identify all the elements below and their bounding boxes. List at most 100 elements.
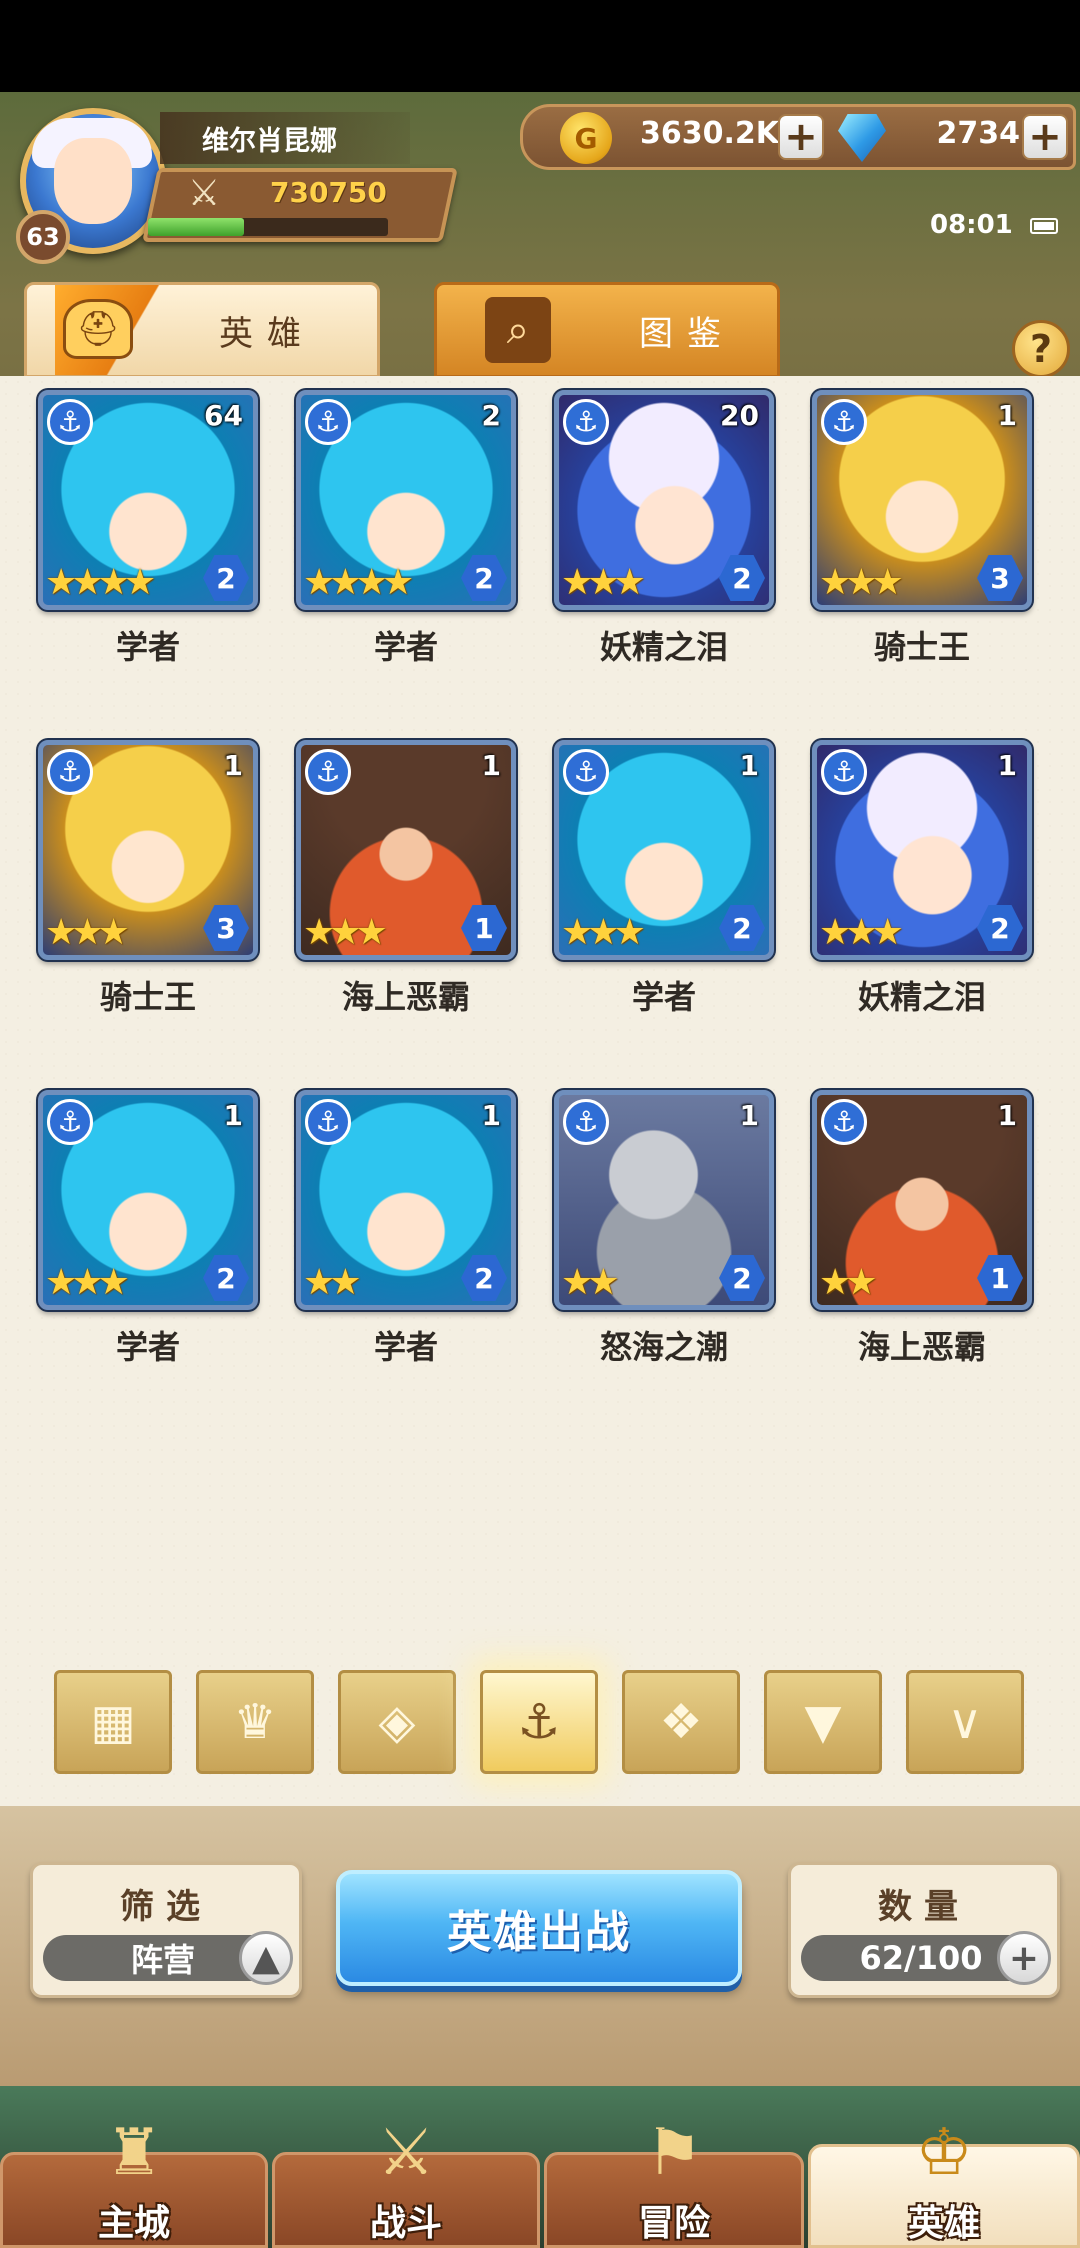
- filter-box: 筛选 阵营 ▲: [30, 1862, 302, 1998]
- filter-title: 筛选: [120, 1887, 212, 1927]
- xp-bar-fill: [148, 218, 244, 236]
- hero-card[interactable]: ⚓ 1 ★★★ 2 学者: [554, 740, 774, 1080]
- hero-portrait: ⚓ 1 ★★ 2: [296, 1090, 516, 1310]
- nav-label: 冒险: [637, 2203, 710, 2244]
- anchor-icon: ⚓: [563, 399, 609, 445]
- hero-count-title: 数量: [878, 1887, 970, 1927]
- hero-name: 骑士王: [99, 978, 196, 1016]
- add-gems-button[interactable]: +: [1022, 114, 1068, 160]
- hero-duplicate-count: 2: [481, 399, 501, 432]
- hero-portrait: ⚓ 1 ★★ 2: [554, 1090, 774, 1310]
- help-button[interactable]: ?: [1012, 320, 1070, 378]
- hero-card[interactable]: ⚓ 1 ★★★ 1 海上恶霸: [296, 740, 516, 1080]
- hero-name: 学者: [115, 1328, 180, 1366]
- hero-name: 海上恶霸: [857, 1328, 986, 1366]
- deploy-heroes-button[interactable]: 英雄出战: [336, 1870, 742, 1986]
- faction-filter-row: ▦ ♛ ◈ ⚓ ❖ ▼ ∨: [54, 1670, 1034, 1774]
- hero-card[interactable]: ⚓ 1 ★★★ 2 学者: [38, 1090, 258, 1430]
- gold-amount: 3630.2K: [640, 116, 780, 151]
- hero-card[interactable]: ⚓ 1 ★★★ 3 骑士王: [812, 390, 1032, 730]
- nav-label: 战斗: [369, 2203, 442, 2244]
- gem-amount: 2734: [936, 116, 1021, 151]
- hero-card[interactable]: ⚓ 64 ★★★★ 2 学者: [38, 390, 258, 730]
- tab-heroes[interactable]: ⛑ 英雄: [24, 282, 380, 378]
- swords-icon: ⚔: [377, 2116, 435, 2190]
- hero-duplicate-count: 1: [223, 749, 243, 782]
- hero-portrait: ⚓ 64 ★★★★ 2: [38, 390, 258, 610]
- hero-grid: ⚓ 64 ★★★★ 2 学者 ⚓ 2 ★★★★ 2 学者 ⚓ 20 ★★★ 2 妖精之泪 ⚓ 1 ★★★ 3 骑士王 ⚓…: [38, 390, 1048, 1370]
- hero-duplicate-count: 1: [997, 1099, 1017, 1132]
- player-power: 730750: [270, 176, 387, 209]
- hero-portrait: ⚓ 1 ★★★ 3: [812, 390, 1032, 610]
- hero-portrait: ⚓ 1 ★★★ 2: [812, 740, 1032, 960]
- hero-duplicate-count: 1: [481, 749, 501, 782]
- add-gold-button[interactable]: +: [778, 114, 824, 160]
- anchor-icon: ⚓: [47, 1099, 93, 1145]
- anchor-icon: ⚓: [821, 1099, 867, 1145]
- hero-stars: ★★: [303, 1262, 361, 1303]
- filter-diamond-icon[interactable]: ◈: [338, 1670, 456, 1774]
- player-name: 维尔肖昆娜: [160, 112, 410, 164]
- hero-card[interactable]: ⚓ 1 ★★ 2 怒海之潮: [554, 1090, 774, 1430]
- hero-name: 妖精之泪: [857, 978, 986, 1016]
- filter-anchor-icon[interactable]: ⚓: [480, 1670, 598, 1774]
- nav-label: 主城: [97, 2203, 170, 2244]
- map-icon: ⚑: [645, 2116, 703, 2190]
- hero-card[interactable]: ⚓ 20 ★★★ 2 妖精之泪: [554, 390, 774, 730]
- xp-bar: [148, 218, 388, 236]
- filter-grid-icon[interactable]: ▦: [54, 1670, 172, 1774]
- anchor-icon: ⚓: [821, 749, 867, 795]
- filter-toggle-button[interactable]: ▲: [239, 1931, 293, 1985]
- tab-codex[interactable]: ⌕ 图鉴: [434, 282, 780, 378]
- helmet-icon: ⛑: [63, 299, 133, 359]
- hero-crest-icon: ♔: [915, 2116, 973, 2190]
- anchor-icon: ⚓: [305, 399, 351, 445]
- filter-crown-icon[interactable]: ♛: [196, 1670, 314, 1774]
- expand-capacity-button[interactable]: +: [997, 1931, 1051, 1985]
- hero-card[interactable]: ⚓ 1 ★★ 2 学者: [296, 1090, 516, 1430]
- gold-coin-icon: G: [560, 112, 612, 164]
- hero-stars: ★★★: [303, 912, 388, 953]
- battery-icon: [1030, 218, 1058, 234]
- crossed-swords-icon: ⚔: [187, 172, 221, 214]
- hero-name: 海上恶霸: [341, 978, 470, 1016]
- anchor-icon: ⚓: [821, 399, 867, 445]
- filter-wolf-icon[interactable]: ▼: [764, 1670, 882, 1774]
- hero-card[interactable]: ⚓ 1 ★★ 1 海上恶霸: [812, 1090, 1032, 1430]
- hero-stars: ★★: [561, 1262, 619, 1303]
- hero-duplicate-count: 1: [223, 1099, 243, 1132]
- magnifier-book-icon: ⌕: [485, 297, 551, 363]
- hero-name: 学者: [373, 1328, 438, 1366]
- bottom-nav: ♜ 主城 ⚔ 战斗 ⚑ 冒险 ♔ 英雄: [0, 2086, 1080, 2248]
- hero-duplicate-count: 1: [481, 1099, 501, 1132]
- hero-name: 学者: [373, 628, 438, 666]
- hero-portrait: ⚓ 1 ★★★ 3: [38, 740, 258, 960]
- hero-count-box: 数量 62/100 +: [788, 1862, 1060, 1998]
- tab-codex-label: 图鉴: [639, 313, 735, 354]
- hero-duplicate-count: 1: [739, 1099, 759, 1132]
- system-status-bar: [0, 0, 1080, 92]
- hero-card[interactable]: ⚓ 2 ★★★★ 2 学者: [296, 390, 516, 730]
- hero-name: 妖精之泪: [599, 628, 728, 666]
- hero-name: 学者: [631, 978, 696, 1016]
- anchor-icon: ⚓: [47, 749, 93, 795]
- filter-beast-icon[interactable]: ❖: [622, 1670, 740, 1774]
- hero-card[interactable]: ⚓ 1 ★★★ 2 妖精之泪: [812, 740, 1032, 1080]
- nav-label: 英雄: [907, 2203, 980, 2244]
- hero-stars: ★★★★: [303, 562, 414, 603]
- player-level-badge: 63: [16, 210, 70, 264]
- filter-wing-icon[interactable]: ∨: [906, 1670, 1024, 1774]
- hero-duplicate-count: 1: [997, 749, 1017, 782]
- hero-stars: ★★: [819, 1262, 877, 1303]
- anchor-icon: ⚓: [47, 399, 93, 445]
- hero-duplicate-count: 64: [204, 399, 243, 432]
- hero-card[interactable]: ⚓ 1 ★★★ 3 骑士王: [38, 740, 258, 1080]
- castle-icon: ♜: [105, 2116, 163, 2190]
- hero-portrait: ⚓ 2 ★★★★ 2: [296, 390, 516, 610]
- tab-heroes-label: 英雄: [219, 313, 315, 354]
- hero-duplicate-count: 1: [997, 399, 1017, 432]
- hero-portrait: ⚓ 20 ★★★ 2: [554, 390, 774, 610]
- hero-stars: ★★★: [819, 912, 904, 953]
- hero-name: 怒海之潮: [599, 1328, 728, 1366]
- hero-stars: ★★★: [561, 562, 646, 603]
